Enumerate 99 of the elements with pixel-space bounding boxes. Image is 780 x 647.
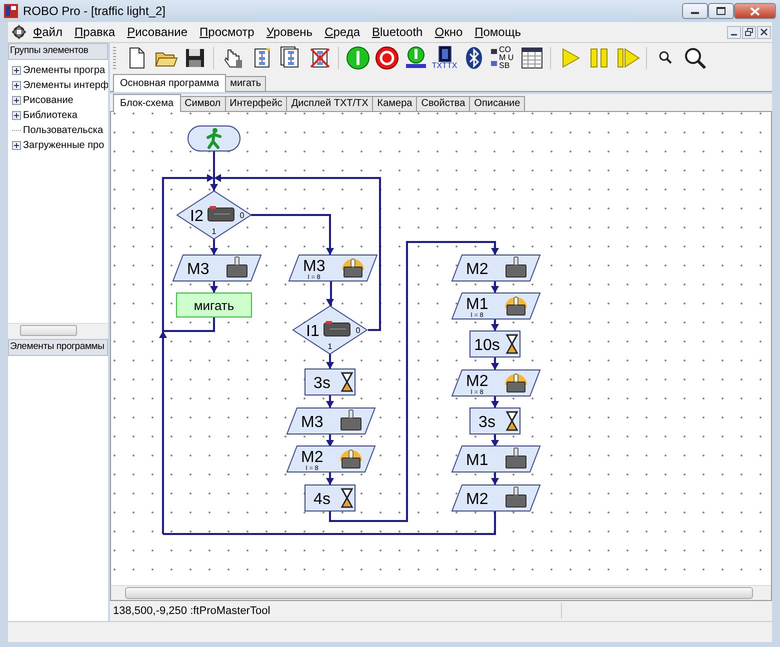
block-label: 3s bbox=[478, 414, 496, 432]
horizontal-scrollbar[interactable] bbox=[8, 323, 108, 336]
menu-item[interactable]: Окно bbox=[428, 23, 469, 41]
tree-item[interactable]: Элементы програ bbox=[23, 65, 106, 76]
block-label: мигать bbox=[194, 298, 234, 314]
motor-icon bbox=[226, 256, 248, 278]
block-label: 10s bbox=[474, 337, 500, 354]
block-label: I2 bbox=[190, 208, 204, 226]
document-icon[interactable] bbox=[11, 24, 27, 40]
window-title: ROBO Pro - [traffic light_2] bbox=[23, 4, 166, 18]
tree-item[interactable]: Элементы интерф bbox=[23, 80, 108, 91]
motor-icon bbox=[506, 486, 526, 508]
block-label: 4s bbox=[314, 491, 330, 508]
horizontal-scrollbar[interactable] bbox=[111, 585, 771, 600]
port-icon bbox=[490, 46, 498, 69]
power-circle-icon[interactable] bbox=[346, 46, 370, 70]
start-block[interactable] bbox=[188, 126, 240, 152]
block-label: M2 bbox=[466, 261, 488, 278]
block-label: M2 bbox=[466, 491, 488, 508]
menu-item[interactable]: Помощь bbox=[468, 23, 527, 41]
close-icon bbox=[760, 28, 768, 36]
app-logo-icon bbox=[4, 4, 18, 18]
switch-icon bbox=[208, 206, 234, 222]
tab[interactable]: Блок-схема bbox=[113, 94, 181, 112]
tab[interactable]: Описание bbox=[469, 96, 526, 112]
tab[interactable]: Дисплей TXT/TX bbox=[286, 96, 374, 112]
switch-icon bbox=[324, 321, 350, 337]
stop-circle-icon[interactable] bbox=[374, 46, 398, 70]
hourglass-icon bbox=[506, 412, 518, 432]
lamp-icon bbox=[342, 258, 364, 278]
step-icon[interactable] bbox=[616, 46, 640, 70]
block-label: M1 bbox=[466, 452, 488, 470]
port-button[interactable]: COM USB bbox=[488, 44, 517, 72]
wait-block[interactable] bbox=[470, 408, 520, 435]
hourglass-icon bbox=[506, 334, 518, 354]
status-text: 138,500,-9,250 :ftProMasterTool bbox=[113, 605, 272, 618]
tab[interactable]: Камера bbox=[372, 96, 418, 112]
minimize-button[interactable] bbox=[682, 3, 708, 19]
branch-label: 0 bbox=[240, 211, 244, 220]
tree-item[interactable]: Библиотека bbox=[23, 110, 78, 121]
tree-item[interactable]: Рисование bbox=[23, 95, 74, 106]
motor-icon bbox=[506, 256, 526, 278]
block-label: M3 bbox=[187, 261, 210, 278]
minimize-button[interactable] bbox=[727, 26, 741, 38]
close-icon bbox=[750, 6, 760, 16]
walking-figure-icon bbox=[206, 128, 222, 150]
download-icon[interactable] bbox=[404, 46, 428, 70]
menu-item[interactable]: Уровень bbox=[260, 23, 319, 41]
menu-item[interactable]: Среда bbox=[318, 23, 366, 41]
tab[interactable]: Интерфейс bbox=[224, 96, 288, 112]
close-button[interactable] bbox=[757, 26, 771, 38]
panel-header: Элементы программы bbox=[8, 339, 108, 356]
maximize-button[interactable] bbox=[708, 3, 734, 19]
branch-label: 0 bbox=[356, 326, 360, 336]
menu-item[interactable]: Правка bbox=[68, 23, 122, 41]
hourglass-icon bbox=[340, 488, 354, 508]
block-label: M3 bbox=[303, 258, 326, 276]
wait-block[interactable] bbox=[470, 330, 520, 358]
window-icon[interactable] bbox=[520, 46, 544, 70]
block-label: I1 bbox=[306, 323, 320, 340]
subprogram-block[interactable] bbox=[176, 292, 252, 318]
block-label: 3s bbox=[314, 375, 330, 392]
restore-icon bbox=[745, 28, 753, 36]
tab[interactable]: Основная программа bbox=[113, 74, 226, 92]
expand-icon[interactable] bbox=[12, 141, 21, 150]
block-label: M2 bbox=[466, 373, 488, 390]
lamp-icon bbox=[505, 296, 527, 316]
crossed-flowchart-icon[interactable] bbox=[308, 46, 332, 70]
restore-button[interactable] bbox=[742, 26, 756, 38]
magnifier-icon[interactable] bbox=[682, 46, 706, 70]
block-label: M2 bbox=[301, 449, 324, 466]
maximize-icon bbox=[716, 7, 726, 15]
wait-block[interactable] bbox=[304, 368, 356, 396]
lamp-icon bbox=[505, 374, 527, 393]
panel-header: Группы элементов bbox=[8, 43, 108, 60]
tab[interactable]: Символ bbox=[180, 96, 226, 112]
menu-item[interactable]: Bluetooth bbox=[366, 23, 429, 41]
expand-icon[interactable] bbox=[12, 96, 21, 105]
expand-icon[interactable] bbox=[12, 111, 21, 120]
block-label: M1 bbox=[466, 296, 488, 314]
wait-block[interactable] bbox=[304, 484, 356, 512]
motor-icon bbox=[340, 410, 362, 431]
tree-item[interactable]: Пользовательска bbox=[23, 125, 104, 136]
menu-item[interactable]: Просмотр bbox=[194, 23, 260, 41]
tree-item[interactable]: Загруженные про bbox=[23, 140, 104, 151]
tab[interactable]: Свойства bbox=[416, 96, 470, 112]
motor-icon bbox=[506, 448, 526, 469]
branch-label: 1 bbox=[212, 227, 216, 236]
block-label: M3 bbox=[301, 414, 324, 432]
menu-item[interactable]: Рисование bbox=[121, 23, 194, 41]
close-button[interactable] bbox=[734, 3, 776, 19]
menu-item[interactable]: Файл bbox=[27, 23, 69, 41]
expand-icon[interactable] bbox=[12, 81, 21, 90]
expand-icon[interactable] bbox=[12, 66, 21, 75]
hourglass-icon bbox=[340, 372, 354, 392]
branch-label: 1 bbox=[328, 342, 332, 352]
tab[interactable]: мигать bbox=[225, 76, 266, 92]
lamp-icon bbox=[340, 450, 362, 469]
interface-button[interactable]: TXTTX bbox=[430, 44, 459, 72]
